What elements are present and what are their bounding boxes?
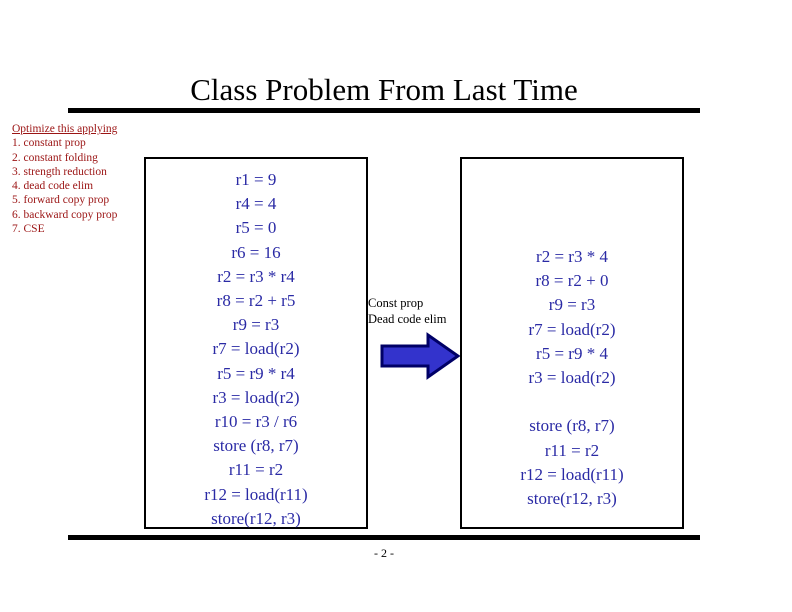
code-line: r9 = r3	[548, 295, 596, 315]
code-listing-before: r1 = 9 r4 = 4 r5 = 0 r6 = 16 r2 = r3 * r…	[146, 159, 366, 531]
transform-annotation: Const prop Dead code elim	[368, 296, 466, 327]
code-box-before: r1 = 9 r4 = 4 r5 = 0 r6 = 16 r2 = r3 * r…	[144, 157, 368, 529]
code-line: r7 = load(r2)	[528, 319, 616, 339]
title-divider-rule	[68, 108, 700, 113]
optimize-list-item-2: 2. constant folding	[12, 151, 98, 164]
code-listing-after: r2 = r3 * 4 r8 = r2 + 0 r9 = r3 r7 = loa…	[462, 159, 682, 511]
page-number: - 2 -	[374, 546, 394, 560]
optimize-list-item-1: 1. constant prop	[12, 137, 86, 150]
code-line: r10 = r3 / r6	[214, 412, 298, 432]
optimize-list-item-5: 5. forward copy prop	[12, 194, 110, 207]
code-line: r6 = 16	[231, 242, 281, 262]
code-line: r12 = load(r11)	[520, 464, 624, 484]
optimize-list-heading: Optimize this applying	[12, 123, 118, 135]
code-line: r11 = r2	[544, 440, 600, 460]
footer-divider-rule	[68, 535, 700, 540]
transform-label-line-2: Dead code elim	[368, 311, 447, 326]
optimize-list-item-3: 3. strength reduction	[12, 165, 107, 178]
code-line: store(r12, r3)	[527, 489, 617, 509]
code-line: r8 = r2 + r5	[216, 291, 296, 311]
code-line: r2 = r3 * r4	[217, 266, 295, 286]
slide-canvas: Class Problem From Last Time Optimize th…	[0, 0, 792, 612]
code-line: r8 = r2 + 0	[535, 271, 609, 291]
transform-label-line-1: Const prop	[368, 296, 424, 310]
optimize-instructions-list: Optimize this applying 1. constant prop …	[12, 122, 140, 236]
page-title: Class Problem From Last Time	[190, 72, 578, 107]
code-line: r5 = r9 * r4	[217, 363, 295, 383]
code-line: store(r12, r3)	[211, 508, 301, 528]
code-line: r11 = r2	[228, 460, 284, 480]
optimize-list-item-6: 6. backward copy prop	[12, 208, 118, 221]
code-line: store (r8, r7)	[529, 416, 615, 436]
right-arrow-icon	[380, 332, 461, 380]
code-box-after: r2 = r3 * 4 r8 = r2 + 0 r9 = r3 r7 = loa…	[460, 157, 684, 529]
code-line: r2 = r3 * 4	[536, 247, 608, 266]
code-line: r3 = load(r2)	[212, 387, 300, 407]
code-line: store (r8, r7)	[213, 436, 299, 456]
optimize-list-item-4: 4. dead code elim	[12, 180, 94, 193]
optimize-list-item-7: 7. CSE	[12, 223, 45, 236]
code-line: r12 = load(r11)	[204, 484, 308, 504]
code-line: r4 = 4	[235, 194, 277, 214]
code-line: r5 = 0	[235, 218, 277, 238]
code-line: r1 = 9	[235, 170, 277, 189]
code-line: r9 = r3	[232, 315, 280, 335]
code-line: r7 = load(r2)	[212, 339, 300, 359]
code-line: r3 = load(r2)	[528, 368, 616, 388]
code-line: r5 = r9 * 4	[536, 343, 608, 363]
